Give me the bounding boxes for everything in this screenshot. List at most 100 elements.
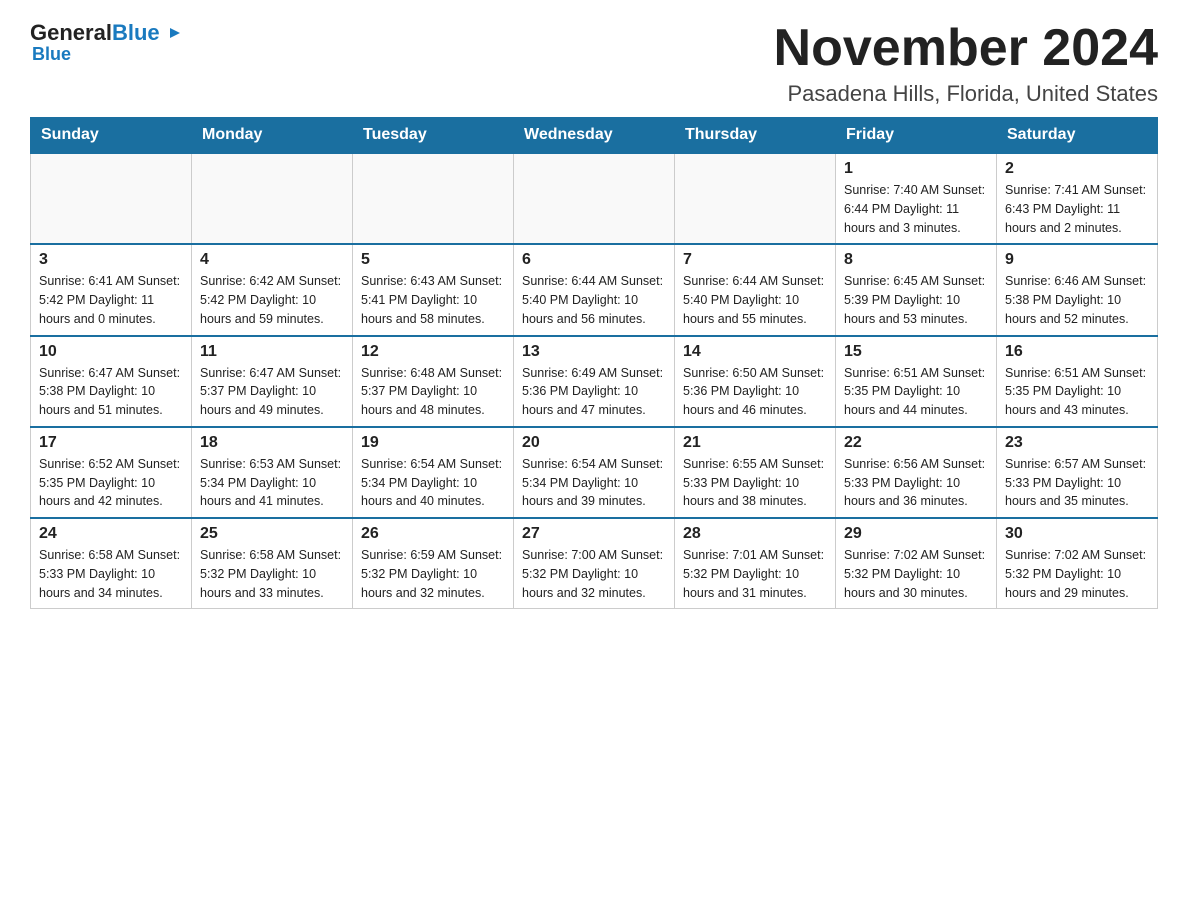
calendar-cell: 1 Sunrise: 7:40 AM Sunset: 6:44 PM Daylig…: [836, 153, 997, 244]
day-number: 20: [522, 434, 666, 452]
day-number: 17: [39, 434, 183, 452]
calendar-cell: 11 Sunrise: 6:47 AM Sunset: 5:37 PM Dayli…: [192, 336, 353, 427]
calendar-week-row: 1 Sunrise: 7:40 AM Sunset: 6:44 PM Daylig…: [31, 153, 1158, 244]
calendar-cell: 2 Sunrise: 7:41 AM Sunset: 6:43 PM Daylig…: [997, 153, 1158, 244]
calendar-cell: 4 Sunrise: 6:42 AM Sunset: 5:42 PM Daylig…: [192, 244, 353, 335]
day-info: Sunrise: 6:42 AM Sunset: 5:42 PM Dayligh…: [200, 272, 344, 328]
day-number: 4: [200, 251, 344, 269]
calendar-cell: 25Sunrise: 6:58 AM Sunset: 5:32 PM Dayli…: [192, 518, 353, 609]
calendar-week-row: 3Sunrise: 6:41 AM Sunset: 5:42 PM Daylig…: [31, 244, 1158, 335]
day-info: Sunrise: 6:47 AM Sunset: 5:37 PM Dayligh…: [200, 364, 344, 420]
calendar-cell: 8 Sunrise: 6:45 AM Sunset: 5:39 PM Daylig…: [836, 244, 997, 335]
weekday-header-wednesday: Wednesday: [514, 118, 675, 154]
day-info: Sunrise: 6:54 AM Sunset: 5:34 PM Dayligh…: [522, 455, 666, 511]
day-info: Sunrise: 6:48 AM Sunset: 5:37 PM Dayligh…: [361, 364, 505, 420]
calendar-cell: 12 Sunrise: 6:48 AM Sunset: 5:37 PM Dayli…: [353, 336, 514, 427]
calendar-cell: 15 Sunrise: 6:51 AM Sunset: 5:35 PM Dayli…: [836, 336, 997, 427]
day-number: 21: [683, 434, 827, 452]
calendar-cell: 29 Sunrise: 7:02 AM Sunset: 5:32 PM Dayli…: [836, 518, 997, 609]
calendar-cell: 10 Sunrise: 6:47 AM Sunset: 5:38 PM Dayli…: [31, 336, 192, 427]
day-info: Sunrise: 6:57 AM Sunset: 5:33 PM Dayligh…: [1005, 455, 1149, 511]
day-info: Sunrise: 6:58 AM Sunset: 5:33 PM Dayligh…: [39, 546, 183, 602]
day-number: 18: [200, 434, 344, 452]
day-number: 26: [361, 525, 505, 543]
day-info: Sunrise: 6:51 AM Sunset: 5:35 PM Dayligh…: [1005, 364, 1149, 420]
day-info: Sunrise: 6:51 AM Sunset: 5:35 PM Dayligh…: [844, 364, 988, 420]
calendar-cell: 19 Sunrise: 6:54 AM Sunset: 5:34 PM Dayli…: [353, 427, 514, 518]
day-number: 9: [1005, 251, 1149, 269]
calendar-cell: 14 Sunrise: 6:50 AM Sunset: 5:36 PM Dayli…: [675, 336, 836, 427]
day-info: Sunrise: 7:40 AM Sunset: 6:44 PM Dayligh…: [844, 181, 988, 237]
calendar-cell: 27Sunrise: 7:00 AM Sunset: 5:32 PM Dayli…: [514, 518, 675, 609]
weekday-header-tuesday: Tuesday: [353, 118, 514, 154]
day-number: 5: [361, 251, 505, 269]
day-info: Sunrise: 6:52 AM Sunset: 5:35 PM Dayligh…: [39, 455, 183, 511]
calendar-cell: 28Sunrise: 7:01 AM Sunset: 5:32 PM Dayli…: [675, 518, 836, 609]
calendar-cell: 23 Sunrise: 6:57 AM Sunset: 5:33 PM Dayli…: [997, 427, 1158, 518]
day-number: 16: [1005, 343, 1149, 361]
calendar-cell: 20 Sunrise: 6:54 AM Sunset: 5:34 PM Dayli…: [514, 427, 675, 518]
day-number: 8: [844, 251, 988, 269]
logo-blue-subtitle: Blue: [32, 44, 71, 65]
calendar-cell: [675, 153, 836, 244]
day-number: 29: [844, 525, 988, 543]
day-info: Sunrise: 6:41 AM Sunset: 5:42 PM Dayligh…: [39, 272, 183, 328]
logo-general-text: General: [30, 20, 112, 46]
day-info: Sunrise: 7:41 AM Sunset: 6:43 PM Dayligh…: [1005, 181, 1149, 237]
calendar-title: November 2024: [774, 20, 1158, 77]
day-number: 24: [39, 525, 183, 543]
calendar-cell: 7 Sunrise: 6:44 AM Sunset: 5:40 PM Daylig…: [675, 244, 836, 335]
weekday-header-saturday: Saturday: [997, 118, 1158, 154]
calendar-week-row: 17 Sunrise: 6:52 AM Sunset: 5:35 PM Dayli…: [31, 427, 1158, 518]
day-info: Sunrise: 6:59 AM Sunset: 5:32 PM Dayligh…: [361, 546, 505, 602]
day-number: 15: [844, 343, 988, 361]
day-info: Sunrise: 6:47 AM Sunset: 5:38 PM Dayligh…: [39, 364, 183, 420]
calendar-table: SundayMondayTuesdayWednesdayThursdayFrid…: [30, 117, 1158, 609]
day-number: 7: [683, 251, 827, 269]
logo-arrow-icon: [168, 20, 182, 46]
calendar-title-block: November 2024 Pasadena Hills, Florida, U…: [774, 20, 1158, 107]
day-number: 6: [522, 251, 666, 269]
day-number: 28: [683, 525, 827, 543]
weekday-header-monday: Monday: [192, 118, 353, 154]
calendar-cell: [192, 153, 353, 244]
day-number: 1: [844, 160, 988, 178]
calendar-cell: 3Sunrise: 6:41 AM Sunset: 5:42 PM Daylig…: [31, 244, 192, 335]
calendar-cell: 18 Sunrise: 6:53 AM Sunset: 5:34 PM Dayli…: [192, 427, 353, 518]
day-number: 19: [361, 434, 505, 452]
calendar-cell: 24 Sunrise: 6:58 AM Sunset: 5:33 PM Dayli…: [31, 518, 192, 609]
calendar-subtitle: Pasadena Hills, Florida, United States: [774, 81, 1158, 107]
calendar-cell: [353, 153, 514, 244]
day-number: 23: [1005, 434, 1149, 452]
day-info: Sunrise: 6:54 AM Sunset: 5:34 PM Dayligh…: [361, 455, 505, 511]
weekday-header-thursday: Thursday: [675, 118, 836, 154]
day-number: 2: [1005, 160, 1149, 178]
day-info: Sunrise: 6:56 AM Sunset: 5:33 PM Dayligh…: [844, 455, 988, 511]
day-info: Sunrise: 6:50 AM Sunset: 5:36 PM Dayligh…: [683, 364, 827, 420]
day-info: Sunrise: 7:00 AM Sunset: 5:32 PM Dayligh…: [522, 546, 666, 602]
calendar-cell: 26 Sunrise: 6:59 AM Sunset: 5:32 PM Dayli…: [353, 518, 514, 609]
logo: General Blue Blue: [30, 20, 182, 65]
day-number: 11: [200, 343, 344, 361]
calendar-cell: [31, 153, 192, 244]
calendar-cell: 5Sunrise: 6:43 AM Sunset: 5:41 PM Daylig…: [353, 244, 514, 335]
day-info: Sunrise: 7:02 AM Sunset: 5:32 PM Dayligh…: [1005, 546, 1149, 602]
day-number: 10: [39, 343, 183, 361]
day-number: 22: [844, 434, 988, 452]
day-number: 14: [683, 343, 827, 361]
day-info: Sunrise: 6:49 AM Sunset: 5:36 PM Dayligh…: [522, 364, 666, 420]
page-header: General Blue Blue November 2024 Pasadena…: [30, 20, 1158, 107]
day-info: Sunrise: 6:44 AM Sunset: 5:40 PM Dayligh…: [683, 272, 827, 328]
calendar-cell: 21Sunrise: 6:55 AM Sunset: 5:33 PM Dayli…: [675, 427, 836, 518]
day-number: 30: [1005, 525, 1149, 543]
day-info: Sunrise: 7:02 AM Sunset: 5:32 PM Dayligh…: [844, 546, 988, 602]
day-info: Sunrise: 6:45 AM Sunset: 5:39 PM Dayligh…: [844, 272, 988, 328]
day-number: 12: [361, 343, 505, 361]
logo-blue-word: Blue: [112, 20, 160, 45]
day-info: Sunrise: 6:44 AM Sunset: 5:40 PM Dayligh…: [522, 272, 666, 328]
calendar-cell: 16 Sunrise: 6:51 AM Sunset: 5:35 PM Dayli…: [997, 336, 1158, 427]
logo-blue-text: Blue: [112, 20, 182, 46]
weekday-header-sunday: Sunday: [31, 118, 192, 154]
day-info: Sunrise: 6:53 AM Sunset: 5:34 PM Dayligh…: [200, 455, 344, 511]
calendar-cell: 17 Sunrise: 6:52 AM Sunset: 5:35 PM Dayli…: [31, 427, 192, 518]
